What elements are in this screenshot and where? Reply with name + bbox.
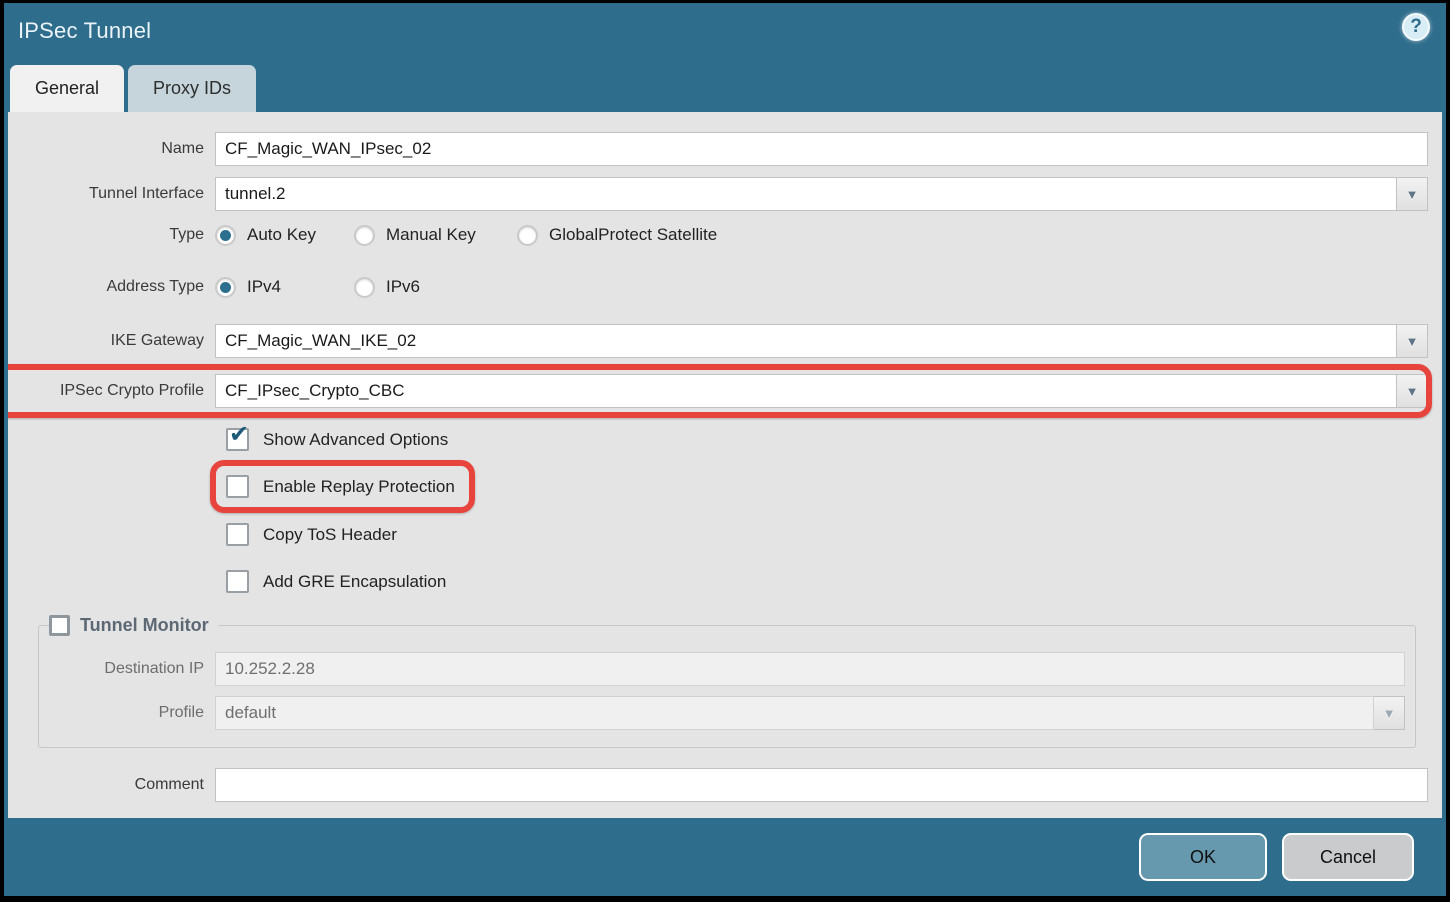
ike-gateway-row: IKE Gateway ▼ — [8, 324, 1428, 358]
help-icon: ? — [1410, 17, 1422, 36]
copy-tos-header-label: Copy ToS Header — [263, 525, 397, 545]
tunnel-monitor-legend: Tunnel Monitor — [49, 615, 219, 636]
dialog-footer: OK Cancel — [4, 818, 1446, 896]
checkbox-unchecked-icon — [226, 523, 249, 546]
tunnel-interface-dropdown-button[interactable]: ▼ — [1397, 177, 1428, 211]
address-type-row: Address Type IPv4 IPv6 — [8, 274, 1428, 300]
destination-ip-row: Destination IP — [39, 652, 1405, 686]
chevron-down-icon: ▼ — [1406, 188, 1419, 201]
title-bar: IPSec Tunnel ? — [4, 3, 1446, 65]
enable-replay-protection-checkbox[interactable]: Enable Replay Protection — [226, 473, 455, 500]
enable-replay-protection-label: Enable Replay Protection — [263, 477, 455, 497]
tab-proxy-ids-label: Proxy IDs — [153, 78, 231, 99]
tunnel-interface-input[interactable] — [215, 177, 1397, 211]
ipsec-tunnel-dialog: IPSec Tunnel ? General Proxy IDs Name Tu… — [4, 3, 1446, 896]
chevron-down-icon: ▼ — [1406, 385, 1419, 398]
show-advanced-options-label: Show Advanced Options — [263, 430, 448, 450]
type-row: Type Auto Key Manual Key GlobalProtect S… — [8, 222, 1428, 248]
radio-globalprotect-label: GlobalProtect Satellite — [549, 225, 717, 245]
cancel-button[interactable]: Cancel — [1282, 833, 1414, 881]
ipsec-crypto-profile-label: IPSec Crypto Profile — [8, 382, 215, 400]
radio-unselected-icon — [354, 277, 375, 298]
radio-unselected-icon — [517, 225, 538, 246]
ike-gateway-dropdown-button[interactable]: ▼ — [1397, 324, 1428, 358]
profile-row: Profile ▼ — [39, 696, 1405, 730]
radio-globalprotect-satellite[interactable]: GlobalProtect Satellite — [517, 225, 717, 246]
help-button[interactable]: ? — [1402, 13, 1430, 41]
radio-ipv6-label: IPv6 — [386, 277, 420, 297]
ipsec-crypto-profile-input[interactable] — [215, 374, 1397, 408]
advanced-options-group: ✔ Show Advanced Options Enable Replay Pr… — [226, 426, 1428, 595]
address-type-label: Address Type — [8, 278, 215, 296]
checkbox-checked-icon: ✔ — [226, 428, 249, 451]
ike-gateway-label: IKE Gateway — [8, 332, 215, 350]
ike-gateway-input[interactable] — [215, 324, 1397, 358]
ipsec-crypto-profile-row: IPSec Crypto Profile ▼ — [8, 374, 1428, 408]
tunnel-monitor-label: Tunnel Monitor — [80, 615, 209, 636]
general-tab-panel: Name Tunnel Interface ▼ Type Auto Key — [8, 112, 1442, 818]
show-advanced-options-checkbox[interactable]: ✔ Show Advanced Options — [226, 426, 448, 453]
type-label: Type — [8, 226, 215, 244]
add-gre-encapsulation-checkbox[interactable]: Add GRE Encapsulation — [226, 568, 446, 595]
comment-row: Comment — [8, 768, 1428, 802]
name-input[interactable] — [215, 132, 1428, 166]
radio-manual-key[interactable]: Manual Key — [354, 225, 517, 246]
tab-bar: General Proxy IDs — [4, 65, 1446, 112]
name-label: Name — [8, 140, 215, 158]
tab-general-label: General — [35, 78, 99, 99]
destination-ip-label: Destination IP — [39, 660, 215, 678]
add-gre-encapsulation-label: Add GRE Encapsulation — [263, 572, 446, 592]
destination-ip-input — [215, 652, 1405, 686]
radio-manual-key-label: Manual Key — [386, 225, 476, 245]
checkbox-unchecked-icon — [226, 475, 249, 498]
radio-ipv4[interactable]: IPv4 — [215, 277, 354, 298]
tunnel-interface-label: Tunnel Interface — [8, 185, 215, 203]
radio-ipv4-label: IPv4 — [247, 277, 281, 297]
chevron-down-icon: ▼ — [1406, 335, 1419, 348]
radio-selected-icon — [215, 225, 236, 246]
tab-proxy-ids[interactable]: Proxy IDs — [128, 65, 256, 112]
tunnel-interface-row: Tunnel Interface ▼ — [8, 177, 1428, 211]
profile-input — [215, 696, 1374, 730]
check-icon: ✔ — [229, 423, 249, 447]
tunnel-monitor-group: Tunnel Monitor Destination IP Profile ▼ — [38, 615, 1416, 748]
ok-button[interactable]: OK — [1139, 833, 1267, 881]
tunnel-monitor-checkbox[interactable] — [49, 615, 70, 636]
name-row: Name — [8, 132, 1428, 166]
dialog-title: IPSec Tunnel — [18, 18, 151, 44]
copy-tos-header-checkbox[interactable]: Copy ToS Header — [226, 521, 397, 548]
radio-auto-key-label: Auto Key — [247, 225, 316, 245]
radio-ipv6[interactable]: IPv6 — [354, 277, 420, 298]
profile-label: Profile — [39, 704, 215, 722]
ipsec-crypto-profile-dropdown-button[interactable]: ▼ — [1397, 374, 1428, 408]
chevron-down-icon: ▼ — [1383, 707, 1396, 720]
checkbox-unchecked-icon — [226, 570, 249, 593]
radio-auto-key[interactable]: Auto Key — [215, 225, 354, 246]
comment-input[interactable] — [215, 768, 1428, 802]
radio-selected-icon — [215, 277, 236, 298]
comment-label: Comment — [8, 776, 215, 794]
tab-general[interactable]: General — [10, 65, 124, 112]
radio-unselected-icon — [354, 225, 375, 246]
profile-dropdown-button: ▼ — [1374, 696, 1405, 730]
